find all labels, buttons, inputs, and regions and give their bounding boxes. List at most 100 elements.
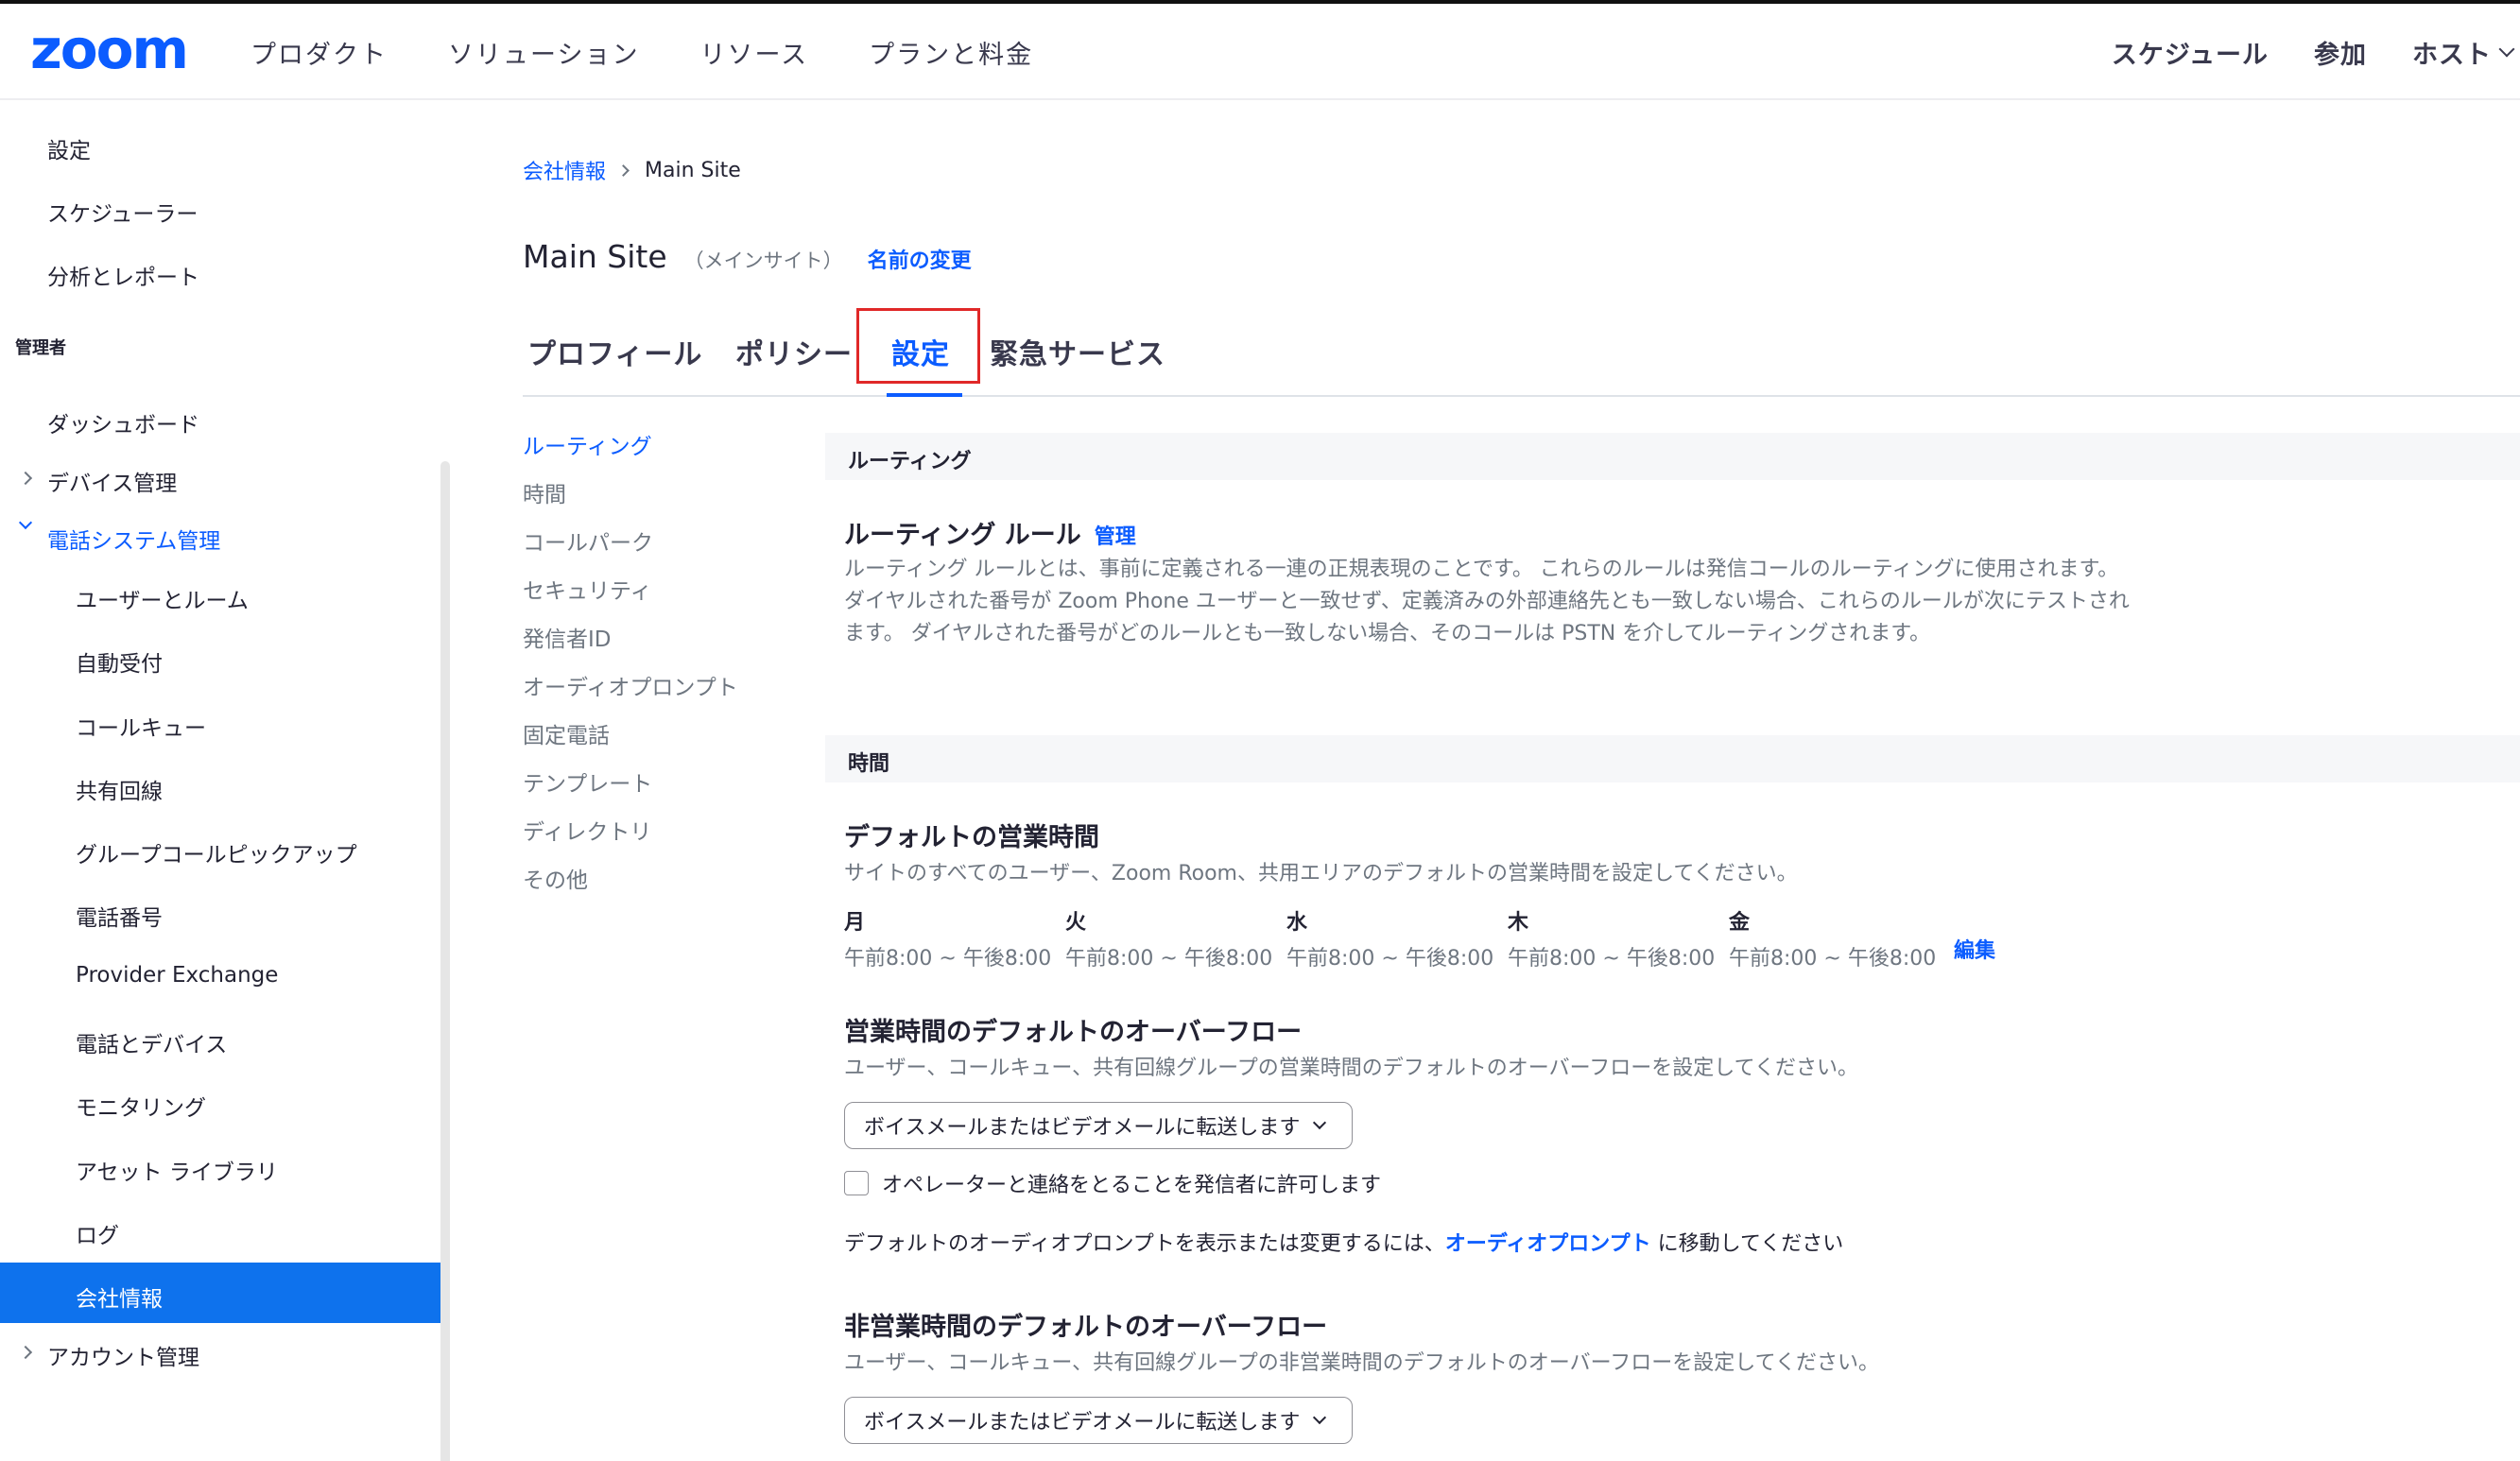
hours-day-label: 火 <box>1065 911 1087 935</box>
hours-day-col: 月 午前8:00 ~ 午後8:00 <box>844 905 1065 971</box>
zoom-logo[interactable]: zoom <box>30 22 189 77</box>
subnav-time[interactable]: 時間 <box>523 476 566 508</box>
sidebar-item-dashboard[interactable]: ダッシュボード <box>47 406 199 438</box>
sidebar-item-account-management[interactable]: アカウント管理 <box>47 1339 199 1371</box>
sidebar-item-logs[interactable]: ログ <box>76 1217 119 1249</box>
nav-solutions[interactable]: ソリューション <box>448 34 639 71</box>
tab-settings-highlight-box <box>856 308 980 384</box>
chevron-down-icon <box>1313 1410 1327 1425</box>
section-header-routing: ルーティング <box>825 433 2520 480</box>
sidebar-item-provider-exchange[interactable]: Provider Exchange <box>76 963 278 988</box>
hours-day-time: 午前8:00 ~ 午後8:00 <box>1508 947 1716 971</box>
sidebar-item-monitoring[interactable]: モニタリング <box>76 1090 206 1122</box>
audio-prompt-note-prefix: デフォルトのオーディオプロンプトを表示または変更するには、 <box>844 1232 1445 1256</box>
subnav-directory[interactable]: ディレクトリ <box>523 814 651 846</box>
subnav-caller-id[interactable]: 発信者ID <box>523 621 612 653</box>
hours-day-time: 午前8:00 ~ 午後8:00 <box>1065 947 1273 971</box>
nav-resources[interactable]: リソース <box>699 34 808 71</box>
sidebar-item-device-management[interactable]: デバイス管理 <box>47 465 177 497</box>
page-subtitle: （メインサイト） <box>683 249 843 272</box>
page-title: Main Site <box>523 238 667 275</box>
tab-profile[interactable]: プロフィール <box>527 331 702 372</box>
tab-active-underline <box>887 393 962 397</box>
closed-overflow-description: ユーザー、コールキュー、共有回線グループの非営業時間のデフォルトのオーバーフロー… <box>844 1351 1879 1375</box>
audio-prompt-note: デフォルトのオーディオプロンプトを表示または変更するには、オーディオプロンプト … <box>844 1227 1843 1257</box>
sidebar-item-phone-system[interactable]: 電話システム管理 <box>47 523 220 555</box>
tab-policy[interactable]: ポリシー <box>735 331 853 372</box>
chevron-right-icon <box>617 163 630 177</box>
closed-overflow-title: 非営業時間のデフォルトのオーバーフロー <box>844 1313 1328 1342</box>
sidebar-item-asset-library[interactable]: アセット ライブラリ <box>76 1154 278 1186</box>
default-hours-description: サイトのすべてのユーザー、Zoom Room、共用エリアのデフォルトの営業時間を… <box>844 862 1798 885</box>
subnav-audio-prompts[interactable]: オーディオプロンプト <box>523 669 738 701</box>
sidebar-active-highlight <box>0 1263 440 1323</box>
audio-prompt-link[interactable]: オーディオプロンプト <box>1445 1232 1651 1256</box>
routing-rules-title-row: ルーティング ルール 管理 <box>844 514 1136 551</box>
sidebar: 設定 スケジューラー 分析とレポート 管理者 ダッシュボード デバイス管理 電話… <box>0 102 450 1461</box>
sidebar-item-phones-devices[interactable]: 電話とデバイス <box>76 1026 227 1058</box>
sidebar-section-admin: 管理者 <box>15 338 66 358</box>
sidebar-item-settings[interactable]: 設定 <box>47 132 91 164</box>
topnav-right: スケジュール 参加 ホスト <box>2066 4 2520 100</box>
routing-manage-link[interactable]: 管理 <box>1095 525 1136 549</box>
rename-link[interactable]: 名前の変更 <box>868 244 972 274</box>
hours-day-label: 木 <box>1508 911 1529 935</box>
breadcrumb: 会社情報 Main Site <box>523 155 741 185</box>
business-overflow-select[interactable]: ボイスメールまたはビデオメールに転送します <box>844 1102 1353 1149</box>
allow-operator-checkbox[interactable] <box>844 1171 869 1195</box>
nav-products[interactable]: プロダクト <box>250 34 388 71</box>
breadcrumb-current: Main Site <box>645 158 741 182</box>
topnav-left: プロダクト ソリューション リソース プランと料金 <box>250 4 1094 100</box>
sidebar-item-scheduler[interactable]: スケジューラー <box>47 196 198 228</box>
main-content: 会社情報 Main Site Main Site （メインサイト） 名前の変更 … <box>523 102 2520 1461</box>
nav-pricing[interactable]: プランと料金 <box>869 34 1033 71</box>
page-title-row: Main Site （メインサイト） 名前の変更 <box>523 238 972 275</box>
chevron-down-icon <box>2498 41 2515 58</box>
chevron-right-icon <box>18 1345 33 1360</box>
chevron-down-icon <box>1313 1115 1327 1130</box>
sidebar-scrollbar[interactable] <box>440 461 450 1461</box>
business-overflow-title: 営業時間のデフォルトのオーバーフロー <box>844 1018 1303 1047</box>
nav-join[interactable]: 参加 <box>2314 34 2367 71</box>
subnav-call-park[interactable]: コールパーク <box>523 524 653 557</box>
subnav-routing[interactable]: ルーティング <box>523 428 652 460</box>
edit-hours-link[interactable]: 編集 <box>1954 934 1995 971</box>
nav-schedule[interactable]: スケジュール <box>2112 34 2269 71</box>
sidebar-item-phone-numbers[interactable]: 電話番号 <box>76 900 163 932</box>
sidebar-item-reports[interactable]: 分析とレポート <box>47 259 199 291</box>
breadcrumb-company-info[interactable]: 会社情報 <box>523 155 606 185</box>
hours-day-col: 水 午前8:00 ~ 午後8:00 <box>1286 905 1508 971</box>
hours-day-time: 午前8:00 ~ 午後8:00 <box>1729 947 1937 971</box>
chevron-down-icon <box>18 515 33 530</box>
page-root: zoom プロダクト ソリューション リソース プランと料金 スケジュール 参加… <box>0 0 2520 1461</box>
sidebar-item-call-queue[interactable]: コールキュー <box>76 710 206 742</box>
section-label-time: 時間 <box>848 752 890 776</box>
nav-host[interactable]: ホスト <box>2412 34 2520 71</box>
business-overflow-value: ボイスメールまたはビデオメールに転送します <box>864 1116 1301 1140</box>
top-navigation: zoom プロダクト ソリューション リソース プランと料金 スケジュール 参加… <box>0 4 2520 100</box>
section-label-routing: ルーティング <box>848 450 972 473</box>
subnav-desk-phones[interactable]: 固定電話 <box>523 717 610 749</box>
allow-operator-row: オペレーターと連絡をとることを発信者に許可します <box>844 1168 1381 1198</box>
sidebar-item-company-info[interactable]: 会社情報 <box>76 1281 163 1313</box>
default-hours-title: デフォルトの営業時間 <box>844 823 1099 852</box>
sidebar-item-users-rooms[interactable]: ユーザーとルーム <box>76 582 249 614</box>
hours-day-time: 午前8:00 ~ 午後8:00 <box>844 947 1052 971</box>
subnav-templates[interactable]: テンプレート <box>523 765 652 798</box>
subnav-security[interactable]: セキュリティ <box>523 573 652 605</box>
hours-day-label: 水 <box>1286 911 1308 935</box>
nav-host-label: ホスト <box>2412 40 2492 70</box>
closed-overflow-value: ボイスメールまたはビデオメールに転送します <box>864 1411 1301 1435</box>
sidebar-item-group-call-pickup[interactable]: グループコールピックアップ <box>76 836 357 868</box>
tab-emergency-services[interactable]: 緊急サービス <box>990 331 1165 372</box>
hours-day-col: 金 午前8:00 ~ 午後8:00 <box>1729 905 1950 971</box>
hours-day-col: 木 午前8:00 ~ 午後8:00 <box>1508 905 1729 971</box>
routing-rules-description: ルーティング ルールとは、事前に定義される一連の正規表現のことです。 これらのル… <box>844 558 2130 645</box>
hours-day-col: 火 午前8:00 ~ 午後8:00 <box>1065 905 1286 971</box>
hours-day-label: 月 <box>844 911 866 935</box>
routing-rules-title: ルーティング ルール <box>844 521 1081 550</box>
sidebar-item-auto-receptionist[interactable]: 自動受付 <box>76 645 163 678</box>
sidebar-item-shared-lines[interactable]: 共有回線 <box>76 773 163 805</box>
subnav-other[interactable]: その他 <box>523 862 588 894</box>
closed-overflow-select[interactable]: ボイスメールまたはビデオメールに転送します <box>844 1397 1353 1444</box>
